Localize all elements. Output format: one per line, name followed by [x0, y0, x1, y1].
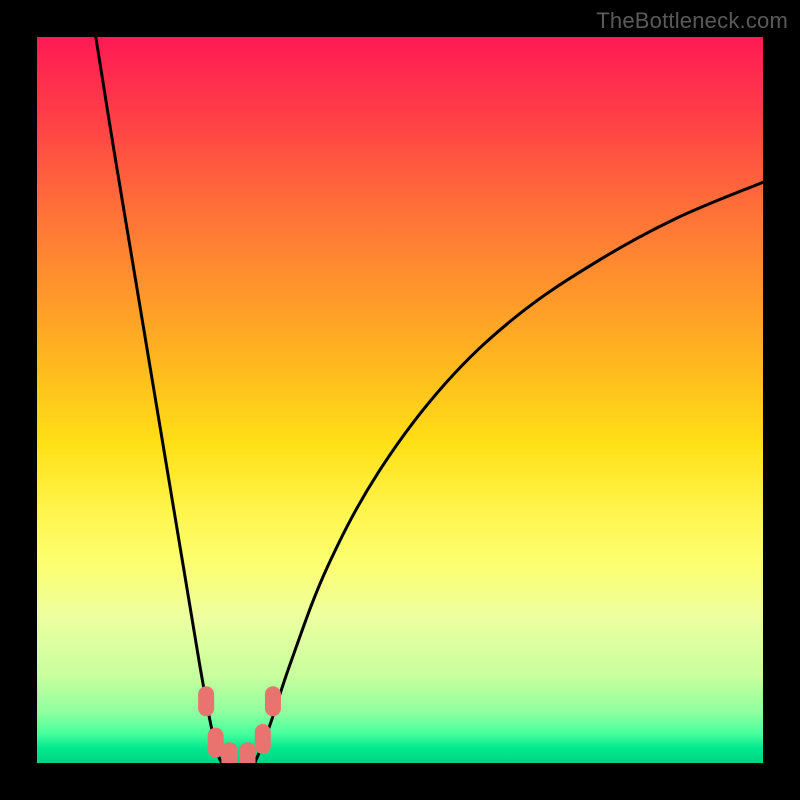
marker-dot: [198, 686, 214, 716]
chart-svg: [37, 37, 763, 763]
curve-right-branch: [255, 182, 763, 763]
marker-dot: [265, 686, 281, 716]
chart-frame: TheBottleneck.com: [0, 0, 800, 800]
marker-dot: [255, 724, 271, 754]
curve-left-branch: [96, 37, 222, 763]
plot-area: [37, 37, 763, 763]
marker-dot: [240, 742, 256, 763]
curve-lines: [96, 37, 763, 763]
marker-dot: [221, 742, 237, 763]
watermark-text: TheBottleneck.com: [596, 8, 788, 34]
marker-dot: [208, 728, 224, 758]
